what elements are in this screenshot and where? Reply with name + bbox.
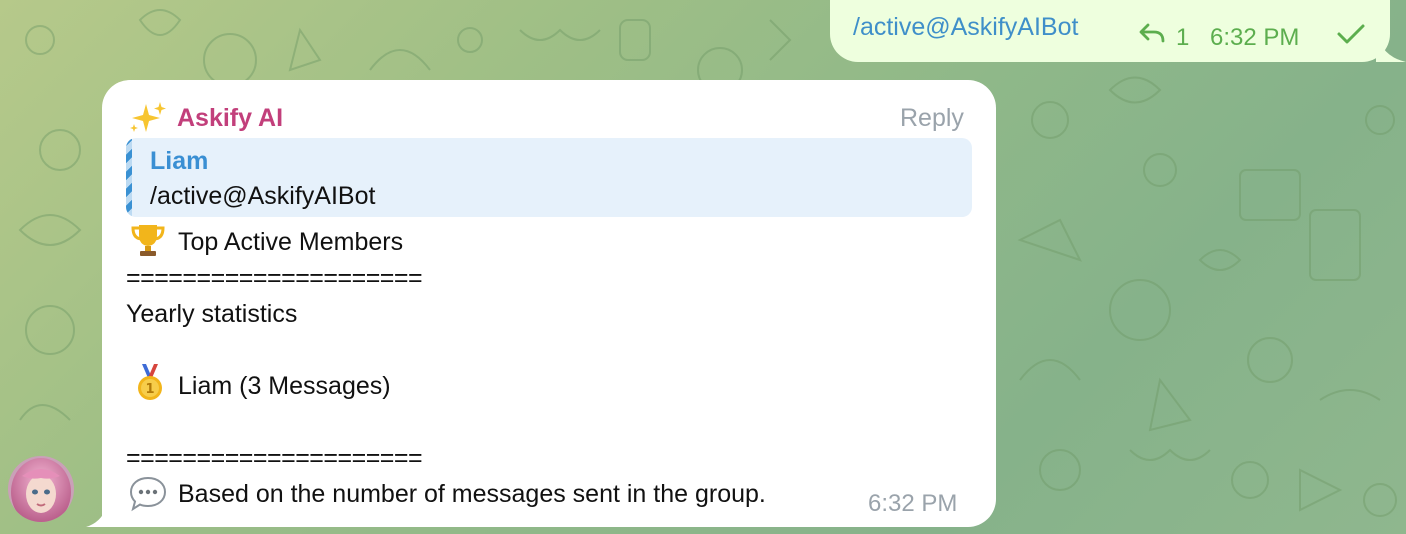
bot-avatar[interactable] (8, 456, 74, 522)
outgoing-message-time: 6:32 PM (1210, 24, 1300, 51)
outgoing-message-text[interactable]: /active@AskifyAIBot (853, 13, 1078, 42)
check-icon (1337, 24, 1365, 44)
stats-footnote: Based on the number of messages sent in … (178, 480, 766, 508)
stats-period: Yearly statistics (126, 300, 298, 328)
speech-bubble-icon (129, 476, 167, 512)
first-place-medal-icon: 1 (138, 364, 162, 400)
separator-bottom: ===================== (126, 444, 423, 472)
incoming-bubble-tail (86, 495, 110, 527)
quote-accent-bar (126, 138, 132, 217)
svg-text:1: 1 (145, 382, 154, 397)
quoted-message[interactable]: Liam /active@AskifyAIBot (126, 138, 972, 217)
sparkles-icon (130, 102, 166, 132)
outgoing-bubble-tail (1376, 30, 1406, 62)
incoming-message-time: 6:32 PM (868, 490, 958, 517)
reply-button[interactable]: Reply (900, 104, 964, 133)
quote-text: /active@AskifyAIBot (150, 182, 376, 210)
ranking-item-1: Liam (3 Messages) (178, 372, 391, 400)
separator-top: ===================== (126, 264, 423, 292)
stats-title: Top Active Members (178, 228, 404, 256)
sender-name[interactable]: Askify AI (177, 104, 283, 133)
trophy-icon (131, 225, 165, 256)
reply-arrow-icon[interactable] (1138, 22, 1166, 44)
reply-count[interactable]: 1 (1176, 24, 1189, 52)
quote-author: Liam (150, 147, 209, 175)
